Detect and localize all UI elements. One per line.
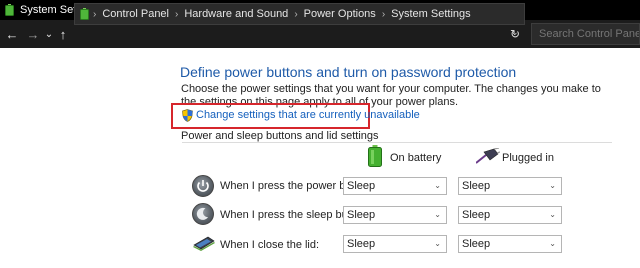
close-lid-battery-select[interactable]: Sleep ⌄: [343, 235, 447, 253]
chevron-down-icon: ⌄: [549, 239, 556, 248]
chevron-down-icon: ⌄: [434, 210, 441, 219]
select-value: Sleep: [347, 180, 376, 192]
power-button-plugged-select[interactable]: Sleep ⌄: [458, 177, 562, 195]
close-lid-label: When I close the lid:: [220, 239, 320, 251]
battery-icon: [5, 4, 14, 16]
chevron-down-icon: ⌄: [549, 181, 556, 190]
select-value: Sleep: [347, 209, 376, 221]
plugged-in-label: Plugged in: [502, 152, 554, 164]
breadcrumb-control-panel[interactable]: Control Panel: [102, 8, 169, 20]
plug-icon: [475, 147, 501, 167]
group-divider: [182, 142, 612, 143]
chevron-down-icon: ⌄: [549, 210, 556, 219]
breadcrumb-separator[interactable]: ›: [175, 9, 178, 20]
breadcrumb-separator[interactable]: ›: [294, 9, 297, 20]
back-arrow-icon[interactable]: ←: [3, 20, 21, 48]
battery-icon: [368, 145, 382, 170]
select-value: Sleep: [462, 180, 491, 192]
breadcrumb-separator: ›: [93, 8, 97, 20]
change-settings-link[interactable]: Change settings that are currently unava…: [196, 109, 420, 121]
on-battery-label: On battery: [390, 152, 442, 164]
chevron-down-icon: ⌄: [434, 181, 441, 190]
up-arrow-icon[interactable]: ↑: [54, 20, 72, 48]
sleep-button-battery-select[interactable]: Sleep ⌄: [343, 206, 447, 224]
shield-icon: [182, 109, 193, 122]
power-button-icon: [192, 175, 214, 197]
sleep-button-plugged-select[interactable]: Sleep ⌄: [458, 206, 562, 224]
search-input[interactable]: [531, 23, 640, 45]
sleep-button-icon: [192, 203, 214, 225]
page-title: Define power buttons and turn on passwor…: [180, 64, 517, 80]
select-value: Sleep: [347, 238, 376, 250]
close-lid-plugged-select[interactable]: Sleep ⌄: [458, 235, 562, 253]
power-button-battery-select[interactable]: Sleep ⌄: [343, 177, 447, 195]
chevron-down-icon: ⌄: [434, 239, 441, 248]
select-value: Sleep: [462, 209, 491, 221]
breadcrumb-power-options[interactable]: Power Options: [304, 8, 376, 20]
group-label: Power and sleep buttons and lid settings: [181, 130, 379, 142]
address-field[interactable]: › Control Panel › Hardware and Sound › P…: [74, 3, 525, 25]
refresh-icon[interactable]: ↻: [505, 20, 525, 48]
breadcrumb-hardware-and-sound[interactable]: Hardware and Sound: [184, 8, 288, 20]
battery-icon: [80, 8, 89, 20]
laptop-lid-icon: [192, 233, 216, 256]
breadcrumb-system-settings[interactable]: System Settings: [391, 8, 470, 20]
select-value: Sleep: [462, 238, 491, 250]
breadcrumb-separator[interactable]: ›: [382, 9, 385, 20]
